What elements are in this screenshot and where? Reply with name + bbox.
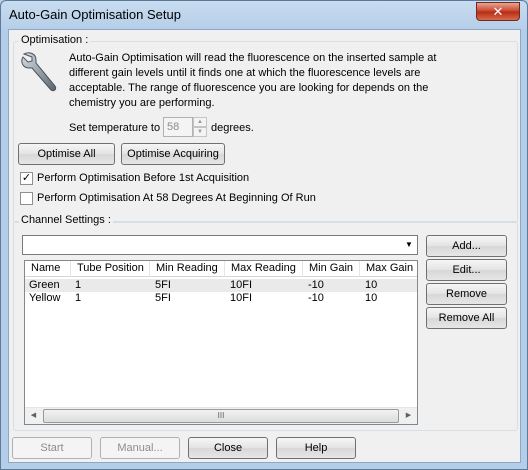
channel-list-header: Name Tube Position Min Reading Max Readi… [25, 261, 417, 277]
cell-min-gain: -10 [308, 292, 324, 304]
cell-name: Yellow [29, 292, 61, 304]
at-degrees-beginning-checkbox[interactable] [20, 192, 33, 205]
add-channel-button[interactable]: Add... [426, 235, 507, 257]
table-row[interactable]: Green 1 5FI 10FI -10 10 [25, 279, 417, 292]
optimisation-group-label: Optimisation : [19, 34, 91, 46]
cell-max-gain: 10 [365, 279, 378, 291]
manual-button[interactable]: Manual... [100, 437, 180, 459]
edit-channel-button[interactable]: Edit... [426, 259, 507, 281]
horizontal-scrollbar[interactable]: ◀ III ▶ [25, 407, 417, 424]
description-text: Auto-Gain Optimisation will read the flu… [69, 51, 509, 111]
column-header-max-reading[interactable]: Max Reading [225, 261, 303, 277]
cell-max-reading: 10FI [230, 279, 253, 291]
optimise-all-button[interactable]: Optimise All [18, 143, 115, 165]
window-title: Auto-Gain Optimisation Setup [9, 7, 181, 22]
channel-list[interactable]: Name Tube Position Min Reading Max Readi… [24, 260, 418, 425]
column-header-min-reading[interactable]: Min Reading [150, 261, 225, 277]
start-button[interactable]: Start [12, 437, 92, 459]
cell-tube-position: 1 [75, 292, 82, 304]
scrollbar-grip: III [217, 411, 225, 420]
column-header-min-gain[interactable]: Min Gain [303, 261, 360, 277]
wrench-icon [20, 50, 60, 94]
optimisation-group: Optimisation : Auto-Gain Optimisation wi [13, 34, 518, 223]
cell-name: Green [29, 279, 60, 291]
close-button[interactable]: Close [188, 437, 268, 459]
temperature-value[interactable]: 58 [163, 117, 193, 137]
remove-all-channels-button[interactable]: Remove All [426, 307, 507, 329]
add-label: Add... [452, 240, 481, 252]
scroll-right-arrow-icon[interactable]: ▶ [400, 408, 417, 424]
temperature-spinbox[interactable]: 58 ▲ ▼ [163, 117, 208, 137]
column-header-tube-position[interactable]: Tube Position [71, 261, 150, 277]
before-first-acquisition-label[interactable]: Perform Optimisation Before 1st Acquisit… [37, 172, 249, 184]
dialog-client-area: Optimisation : Auto-Gain Optimisation wi [8, 29, 521, 463]
degrees-label: degrees. [211, 122, 254, 134]
description-line: Auto-Gain Optimisation will read the flu… [69, 52, 437, 64]
at-degrees-beginning-label[interactable]: Perform Optimisation At 58 Degrees At Be… [37, 192, 316, 204]
spin-down-arrow-icon[interactable]: ▼ [193, 127, 207, 137]
before-first-acquisition-checkbox[interactable]: ✓ [20, 172, 33, 185]
channel-settings-group-label: Channel Settings : [19, 214, 113, 226]
cell-tube-position: 1 [75, 279, 82, 291]
remove-channel-button[interactable]: Remove [426, 283, 507, 305]
help-button[interactable]: Help [276, 437, 356, 459]
title-bar[interactable]: Auto-Gain Optimisation Setup ✕ [1, 1, 527, 29]
set-temperature-label: Set temperature to [69, 122, 161, 134]
dialog-window: Auto-Gain Optimisation Setup ✕ Optimisat… [0, 0, 528, 470]
table-row[interactable]: Yellow 1 5FI 10FI -10 10 [25, 292, 417, 305]
scrollbar-thumb[interactable]: III [43, 409, 399, 423]
scroll-left-arrow-icon[interactable]: ◀ [25, 408, 42, 424]
close-window-button[interactable]: ✕ [476, 2, 520, 21]
column-header-name[interactable]: Name [25, 261, 71, 277]
combo-dropdown-arrow-icon[interactable]: ▼ [401, 236, 417, 254]
description-line: different gain levels until it finds one… [69, 67, 421, 79]
description-line: acceptable. The range of fluorescence yo… [69, 82, 429, 94]
description-line: chemistry you are performing. [69, 97, 215, 109]
channel-settings-group: Channel Settings : ▼ Name Tube Position … [13, 214, 518, 431]
cell-min-reading: 5FI [155, 279, 171, 291]
cell-max-reading: 10FI [230, 292, 253, 304]
spin-up-arrow-icon[interactable]: ▲ [193, 117, 207, 127]
column-header-max-gain[interactable]: Max Gain [360, 261, 417, 277]
channel-combo-box[interactable]: ▼ [22, 235, 418, 255]
cell-min-reading: 5FI [155, 292, 171, 304]
cell-max-gain: 10 [365, 292, 378, 304]
cell-min-gain: -10 [308, 279, 324, 291]
optimise-acquiring-button[interactable]: Optimise Acquiring [121, 143, 225, 165]
